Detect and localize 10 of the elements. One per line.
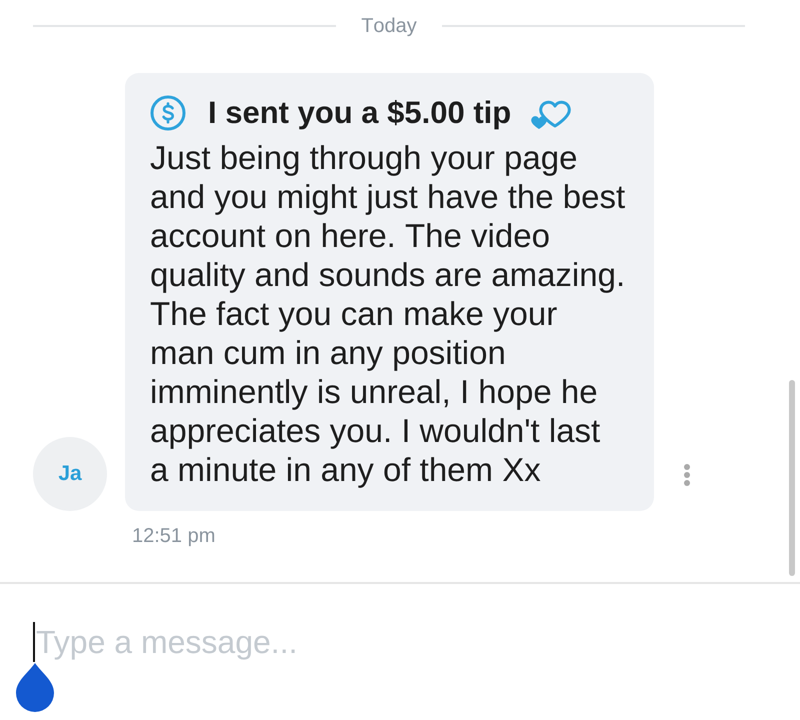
more-vertical-icon [684,464,690,486]
dollar-coin-icon [150,95,186,131]
date-label: Today [361,14,417,39]
message-text: Just being through your page and you might just have the best account on here. The video quality and sounds are amazing. The fact you can make your man cum in any position imminently is unreal, I hope he appreciates you. I wouldn't last a minute in any of them Xx [150,138,626,489]
message-time: 12:51 pm [132,525,216,548]
message-input[interactable]: Type a message... [36,620,736,664]
avatar-initials[interactable]: Ja [33,437,107,511]
cursor-handle-icon[interactable] [14,663,56,713]
tip-text: I sent you a $5.00 tip [208,95,512,131]
scrollbar-thumb[interactable] [789,380,795,576]
